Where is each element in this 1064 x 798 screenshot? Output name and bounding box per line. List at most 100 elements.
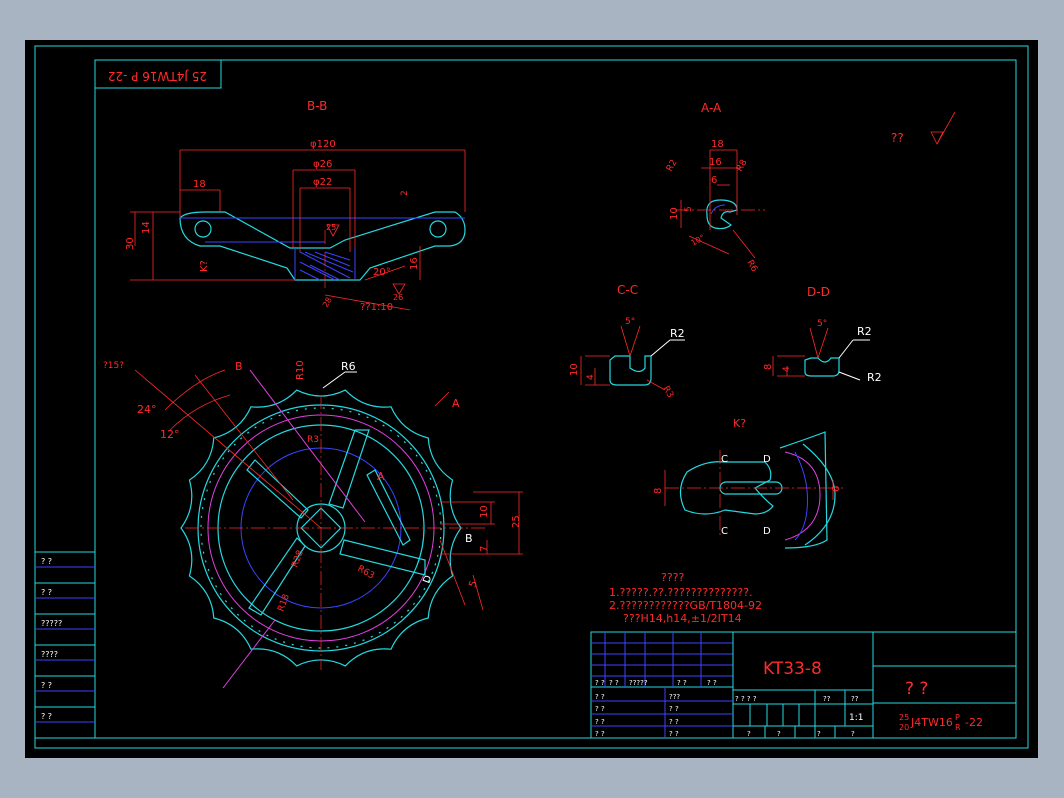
tb-scale: 1:1 (849, 713, 863, 723)
side-table-cell-1: ? ? (41, 557, 52, 566)
mirror-stamp-text: 25 J4TW16 P -22 (108, 69, 207, 83)
section-aa-drawing: 18 16 6 R2 R8 10 5 R6 10° (665, 139, 765, 274)
notes-heading: ???? (661, 571, 685, 584)
side-table-cell-2: ? ? (41, 588, 52, 597)
tb-left-3: ? ? (595, 718, 605, 726)
dim-cc-h10: 10 (569, 363, 580, 376)
title-block: ? ? ? ? ????? ? ? ? ? ? ? ? ? ? ? ? ? ??… (590, 631, 1017, 739)
dim-k-h8: 8 (653, 488, 664, 494)
title-aa: A-A (701, 101, 722, 115)
code-main: J4TW16 (910, 716, 953, 729)
dim-main-r3: R3 (307, 435, 319, 445)
tb-bottom-4: ? (851, 730, 855, 738)
tb-right-hdr-1: ? ? ? ? (735, 695, 757, 703)
inner-border (94, 59, 1017, 739)
dim-aa-h5: 5 (684, 206, 694, 212)
tb-left-1: ? ? (595, 693, 605, 701)
dim-dd-r2b: R2 (867, 371, 882, 384)
dim-aa-h10: 10 (669, 207, 680, 220)
dim-bb-h16: 16 (409, 257, 420, 270)
rev-header-2: ? ? (609, 679, 619, 687)
side-table-cell-4: ???? (41, 650, 58, 659)
notes-line3: ???H14,h14,±1/2IT14 (623, 612, 742, 625)
side-table-cell-3: ????? (41, 619, 62, 628)
dim-main-r63: R63 (356, 564, 376, 582)
title-k: K? (733, 417, 746, 430)
roughness-note: ?? (891, 131, 904, 145)
handwheel-main-view: ?15? 24° 12° B A A B R6 R10 R3 10 25 7 5… (103, 360, 523, 689)
dim-bb-ang20: 20° (373, 267, 391, 278)
label-k-c-bot: C (721, 526, 728, 537)
rev-header-4: ? ? (677, 679, 687, 687)
label-k-d-top: D (763, 454, 771, 465)
dim-dd-h8: 8 (763, 364, 774, 370)
tb-right-hdr-3: ?? (851, 695, 859, 703)
side-table-cell-5: ? ? (41, 681, 52, 690)
label-k-c-top: C (721, 454, 728, 465)
notes-line1: 1.?????.??.??????????????. (609, 586, 753, 599)
tb-mid-2: ? ? (669, 705, 679, 713)
dim-aa-r2: R2 (665, 158, 680, 173)
rev-header-1: ? ? (595, 679, 605, 687)
dim-main-d10: 10 (479, 505, 490, 518)
outer-border (34, 45, 1029, 749)
dim-dd-h4: 4 (782, 366, 792, 372)
dim-dd-r2a: R2 (857, 325, 872, 338)
tb-right-hdr-2: ?? (823, 695, 831, 703)
dim-bb-t2: 2 (400, 190, 410, 196)
dim-main-r10: R10 (295, 360, 306, 380)
label-main-d: D (421, 574, 434, 585)
code-pre-bot: 20 (899, 723, 909, 732)
view-k-drawing: C C D D 8 6 (653, 431, 843, 549)
dim-main-r6: R6 (341, 360, 356, 373)
dim-bb-h30: 30 (125, 237, 136, 250)
dim-bb-kmark: K? (199, 260, 210, 272)
dim-k-h6: 6 (831, 486, 842, 492)
dim-bb-d26: φ26 (313, 159, 332, 170)
notes-line2: 2.????????????GB/T1804-92 (609, 599, 762, 612)
rough-bb-25: 25 (326, 223, 336, 232)
dim-main-d25: 25 (511, 515, 522, 528)
title-cc: C-C (617, 283, 638, 297)
company-name: ? ? (905, 679, 928, 699)
dim-cc-h4: 4 (586, 374, 596, 380)
title-dd: D-D (807, 285, 830, 299)
dim-main-a12: 12° (160, 428, 180, 441)
dim-cc-r2: R2 (670, 327, 685, 340)
dim-bb-e28: 28 (321, 296, 334, 309)
cad-viewport[interactable]: 25 J4TW16 P -22 B-B φ120 φ26 φ22 18 30 1… (25, 40, 1038, 758)
dim-bb-d22: φ22 (313, 177, 332, 188)
tb-bottom-3: ? (817, 730, 821, 738)
section-cc-drawing: 10 4 5° R2 R3 (569, 317, 685, 400)
code-suffix: -22 (965, 716, 983, 729)
label-main-a: A (452, 397, 460, 410)
tb-left-4: ? ? (595, 730, 605, 738)
dim-bb-h14: 14 (141, 221, 152, 234)
dim-aa-w16: 16 (709, 157, 722, 168)
rough-bb-26: 26 (393, 293, 403, 302)
title-bb: B-B (307, 99, 327, 113)
dim-cc-ang: 5° (625, 317, 635, 327)
label-k-d-bot: D (763, 526, 771, 537)
rev-header-3: ????? (629, 679, 648, 687)
dim-aa-w18: 18 (711, 139, 724, 150)
dim-main-d5: 5 (467, 579, 480, 589)
tb-bottom-2: ? (777, 730, 781, 738)
section-dd-drawing: 8 4 5° R2 R2 (763, 319, 882, 384)
dim-cc-r3: R3 (660, 385, 675, 400)
dim-bb-taper: ??1:10 (360, 302, 393, 313)
dim-aa-r6: R6 (744, 259, 759, 275)
dim-bb-d120: φ120 (310, 139, 336, 150)
tb-mid-1: ??? (669, 693, 680, 701)
dim-bb-w18: 18 (193, 179, 206, 190)
drawing-canvas: 25 J4TW16 P -22 B-B φ120 φ26 φ22 18 30 1… (34, 45, 1029, 749)
side-table: ? ? ? ? ????? ???? ? ? ? ? (34, 551, 96, 739)
dim-main-a15: ?15? (103, 361, 124, 371)
drawing-number: KT33-8 (763, 659, 822, 679)
code-r: R (955, 723, 961, 732)
code-pre-top: 25 (899, 713, 909, 722)
dim-main-a24: 24° (137, 403, 157, 416)
dim-main-d7: 7 (479, 546, 490, 552)
dim-dd-ang: 5° (817, 319, 827, 329)
label-main-b2: B (465, 532, 473, 545)
